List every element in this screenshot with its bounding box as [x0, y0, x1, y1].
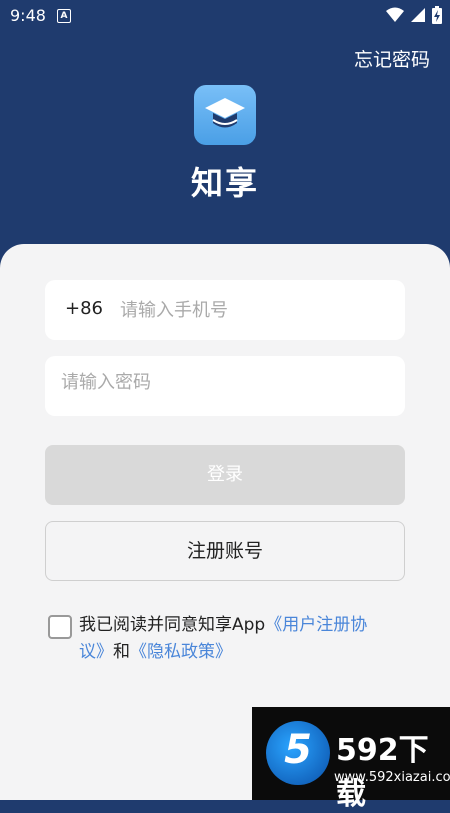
phone-field: +86 — [45, 280, 405, 340]
country-code-selector[interactable]: +86 — [65, 298, 103, 319]
status-icons — [386, 6, 442, 24]
watermark-logo: 5 — [266, 721, 330, 785]
register-button[interactable]: 注册账号 — [45, 521, 405, 581]
agreement-prefix: 我已阅读并同意知享App — [79, 615, 266, 635]
password-field — [45, 356, 405, 416]
status-bar: 9:48 A — [0, 0, 450, 32]
privacy-policy-link[interactable]: 《隐私政策》 — [130, 642, 232, 662]
forgot-password-link[interactable]: 忘记密码 — [354, 45, 430, 72]
notification-icon: A — [57, 9, 71, 23]
signal-icon — [411, 8, 425, 22]
password-input[interactable] — [61, 356, 391, 408]
battery-charging-icon — [432, 6, 442, 24]
header: 9:48 A 忘记密码 知享 — [0, 0, 450, 260]
app-logo — [194, 85, 256, 145]
wifi-icon — [386, 7, 404, 22]
watermark: 5 592下载 www.592xiazai.com — [252, 707, 450, 812]
watermark-logo-digit: 5 — [284, 727, 312, 773]
graduation-cap-icon — [205, 98, 245, 128]
watermark-url: www.592xiazai.com — [334, 770, 450, 785]
agreement-checkbox[interactable] — [48, 615, 72, 639]
app-name: 知享 — [190, 164, 259, 202]
status-time: 9:48 — [10, 6, 46, 25]
agreement-text: 我已阅读并同意知享App《用户注册协议》和《隐私政策》 — [79, 612, 384, 666]
agreement-conjunction: 和 — [113, 642, 130, 662]
phone-input[interactable] — [120, 280, 390, 340]
login-button[interactable]: 登录 — [45, 445, 405, 505]
